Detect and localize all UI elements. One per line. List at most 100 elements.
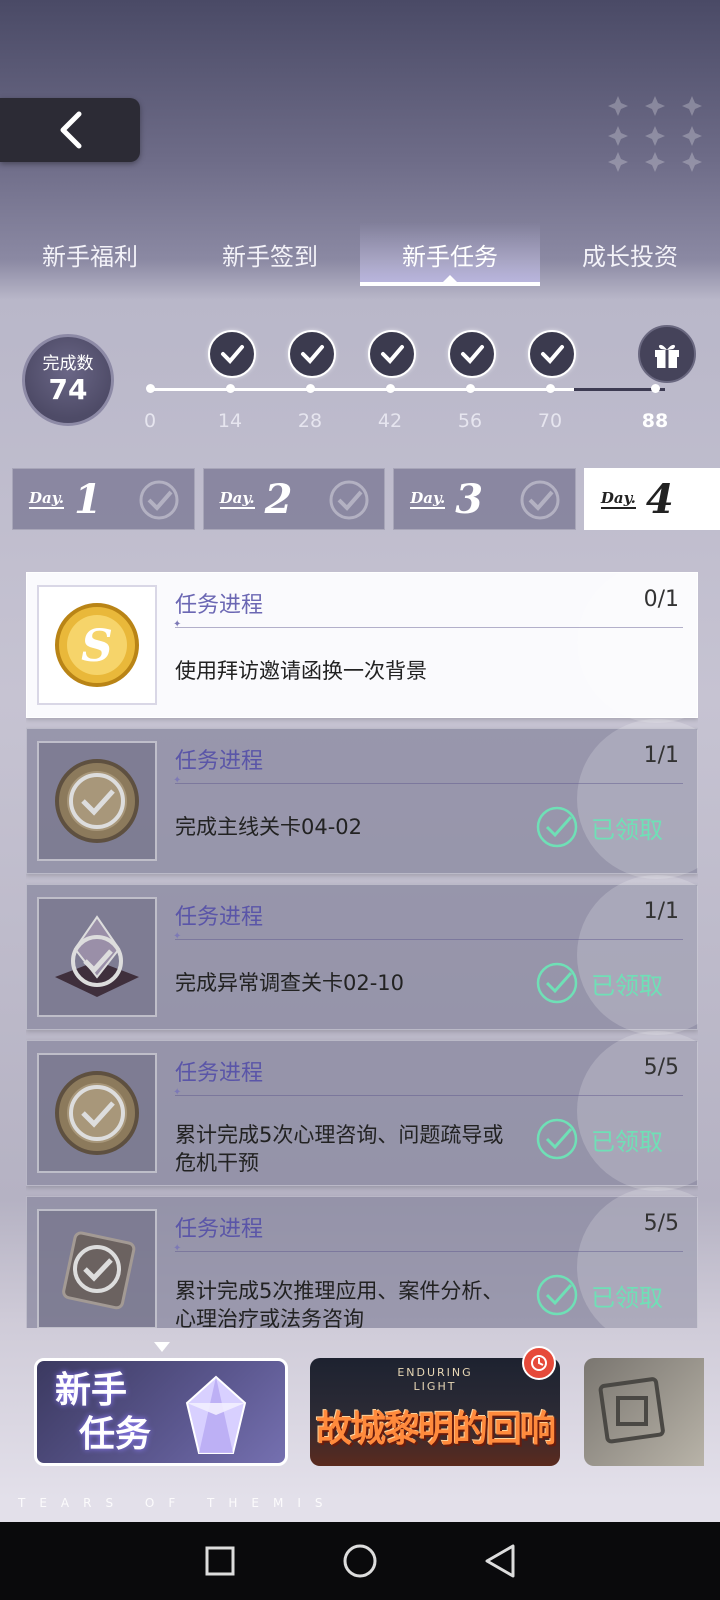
day-tab-2[interactable]: Day. 2 <box>202 468 386 530</box>
tab-label: 新手签到 <box>222 242 318 271</box>
clock-icon <box>531 1355 547 1371</box>
task-card[interactable]: 任务进程 1/1 完成主线关卡04-02 已领取 <box>26 719 698 879</box>
card-decoration <box>577 572 698 723</box>
claimed-status: 已领取 <box>535 961 663 1005</box>
banner-title-line2: 任务 <box>79 1414 152 1455</box>
task-header: 任务进程 <box>175 1217 264 1242</box>
claimed-label: 已领取 <box>591 815 663 844</box>
milestone-dot <box>306 384 315 393</box>
milestone-label: 56 <box>457 410 483 432</box>
task-card[interactable]: 任务进程 1/1 完成异常调查关卡02-10 已领取 <box>26 875 698 1035</box>
day-word: Day. <box>29 489 64 509</box>
task-header: 任务进程 <box>175 749 264 774</box>
day-tab-bar: Day. 1 Day. 2 Day. 3 Day. 4 <box>12 468 720 530</box>
task-description: 累计完成5次心理咨询、问题疏导或危机干预 <box>175 1123 504 1175</box>
task-list[interactable]: S 任务进程 0/1 使用拜访邀请函换一次背景 任务进程 1/1 完成主线关卡0… <box>26 572 698 1328</box>
claimed-label: 已领取 <box>591 1283 663 1312</box>
day-word: Day. <box>600 489 636 509</box>
milestone-claimed[interactable] <box>288 330 336 378</box>
task-divider <box>173 1243 683 1254</box>
emblem-icon <box>598 1377 665 1444</box>
day-tab-4[interactable]: Day. 4 <box>583 468 720 530</box>
day-word: Day. <box>410 489 446 509</box>
day-number: 4 <box>645 475 674 523</box>
day-number: 1 <box>73 475 102 523</box>
tab-bar: 新手福利 新手签到 新手任务 成长投资 <box>0 222 720 286</box>
back-button[interactable] <box>0 98 140 162</box>
claimed-label: 已领取 <box>591 1127 663 1156</box>
crystal-icon <box>185 1375 247 1454</box>
check-circle-icon <box>536 806 578 848</box>
tab-newbie-signin[interactable]: 新手签到 <box>180 222 360 286</box>
milestone-dot <box>226 384 235 393</box>
banner-subtitle-2: LIGHT <box>413 1380 457 1393</box>
day-word: Day. <box>219 489 255 509</box>
task-progress-count: 5/5 <box>643 1211 679 1236</box>
card-decoration <box>577 1031 698 1191</box>
day-tab-3[interactable]: Day. 3 <box>393 468 576 530</box>
check-icon <box>541 345 564 364</box>
check-circle-icon <box>536 1118 578 1160</box>
svg-text:S: S <box>81 621 113 672</box>
task-divider <box>173 931 683 942</box>
milestone-claimed[interactable] <box>528 330 576 378</box>
day-number: 3 <box>455 475 484 523</box>
check-icon <box>221 345 244 364</box>
triangle-back-icon <box>485 1544 515 1578</box>
milestone-label: 0 <box>143 410 157 432</box>
task-header: 任务进程 <box>175 905 264 930</box>
task-progress-count: 1/1 <box>643 743 679 768</box>
tab-newbie-tasks[interactable]: 新手任务 <box>360 222 540 286</box>
task-divider <box>173 619 683 630</box>
banner-partial[interactable] <box>584 1358 704 1466</box>
task-reward-icon <box>37 1209 157 1328</box>
task-divider <box>173 1087 683 1098</box>
system-navigation-bar <box>0 1522 720 1600</box>
banner-newbie-tasks[interactable]: 新手 任务 <box>34 1358 288 1466</box>
completion-count-badge: 完成数 74 <box>22 334 114 426</box>
task-reward-icon: S <box>37 585 157 705</box>
card-decoration <box>577 875 698 1035</box>
task-card[interactable]: 任务进程 5/5 累计完成5次推理应用、案件分析、心理治疗或法务咨询 已领取 <box>26 1187 698 1328</box>
banner-title: 新手 任务 <box>55 1369 151 1457</box>
card-decoration <box>577 719 698 879</box>
coin-icon: S <box>55 603 139 687</box>
completion-count-value: 74 <box>48 373 88 406</box>
task-header: 任务进程 <box>175 1061 264 1086</box>
tab-growth-investment[interactable]: 成长投资 <box>540 222 720 286</box>
gift-reward-button[interactable] <box>638 325 696 383</box>
task-reward-icon <box>37 897 157 1017</box>
check-icon <box>461 345 484 364</box>
selected-banner-indicator <box>154 1342 170 1352</box>
task-description: 完成异常调查关卡02-10 <box>175 971 405 995</box>
check-icon <box>381 345 404 364</box>
back-nav-button[interactable] <box>480 1541 520 1581</box>
task-card[interactable]: S 任务进程 0/1 使用拜访邀请函换一次背景 <box>26 572 698 723</box>
milestone-claimed[interactable] <box>448 330 496 378</box>
milestone-claimed[interactable] <box>208 330 256 378</box>
recents-button[interactable] <box>200 1541 240 1581</box>
milestone-label: 88 <box>641 410 669 432</box>
milestone-claimed[interactable] <box>368 330 416 378</box>
badge-icon <box>62 1231 136 1310</box>
coin-icon <box>55 759 139 843</box>
day-tab-1[interactable]: Day. 1 <box>12 468 195 530</box>
coin-icon <box>55 1071 139 1155</box>
milestone-dot <box>546 384 555 393</box>
milestone-label: 70 <box>537 410 563 432</box>
milestone-dot <box>146 384 155 393</box>
banner-event-enduring-light[interactable]: ENDURING LIGHT 故城黎明的回响 <box>310 1358 560 1466</box>
claimed-status: 已领取 <box>535 1273 663 1317</box>
time-limited-badge <box>522 1346 556 1380</box>
milestone-dot <box>466 384 475 393</box>
task-progress-count: 1/1 <box>643 899 679 924</box>
check-circle-icon <box>139 480 179 520</box>
circle-icon <box>343 1544 377 1578</box>
completion-count-label: 完成数 <box>42 354 94 374</box>
task-description: 完成主线关卡04-02 <box>175 815 363 839</box>
home-button[interactable] <box>340 1541 380 1581</box>
task-card[interactable]: 任务进程 5/5 累计完成5次心理咨询、问题疏导或危机干预 已领取 <box>26 1031 698 1191</box>
task-progress-count: 0/1 <box>643 587 679 612</box>
crystal-icon <box>55 915 139 997</box>
tab-newbie-welfare[interactable]: 新手福利 <box>0 222 180 286</box>
